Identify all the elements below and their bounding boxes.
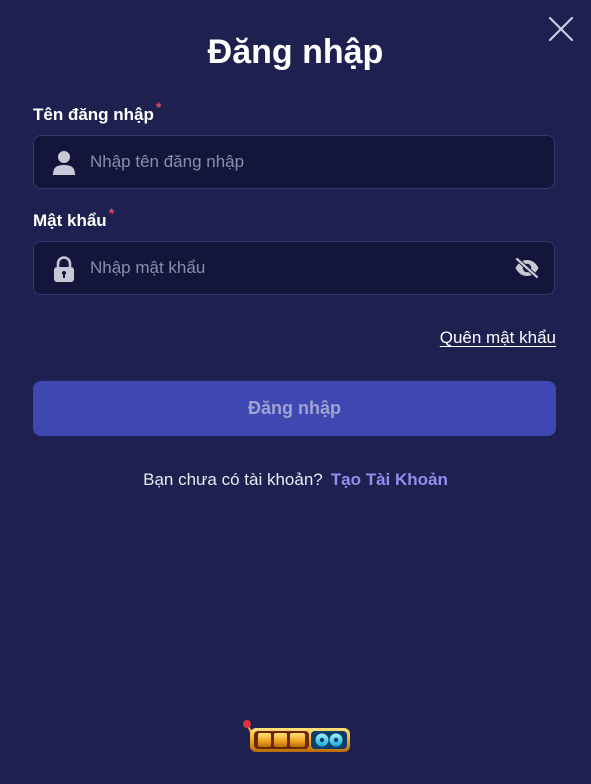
signup-row: Bạn chưa có tài khoản? Tạo Tài Khoản xyxy=(0,470,591,490)
username-label: Tên đăng nhập * xyxy=(33,99,161,125)
username-input[interactable] xyxy=(90,136,490,188)
password-input[interactable] xyxy=(90,242,490,294)
username-label-text: Tên đăng nhập xyxy=(33,105,154,124)
create-account-link[interactable]: Tạo Tài Khoản xyxy=(331,470,448,489)
lock-icon xyxy=(54,256,74,282)
password-label-text: Mật khẩu xyxy=(33,211,107,230)
username-field[interactable] xyxy=(33,135,555,189)
required-mark: * xyxy=(155,99,162,115)
login-button[interactable]: Đăng nhập xyxy=(33,381,556,436)
required-mark: * xyxy=(108,205,115,221)
password-label: Mật khẩu * xyxy=(33,205,114,231)
user-icon xyxy=(53,151,75,175)
password-field[interactable] xyxy=(33,241,555,295)
eye-off-icon[interactable] xyxy=(514,257,540,279)
brand-logo xyxy=(243,720,350,752)
forgot-password-link[interactable]: Quên mật khẩu xyxy=(440,328,556,348)
page-title: Đăng nhập xyxy=(207,33,384,71)
signup-prompt: Bạn chưa có tài khoản? xyxy=(143,470,323,489)
